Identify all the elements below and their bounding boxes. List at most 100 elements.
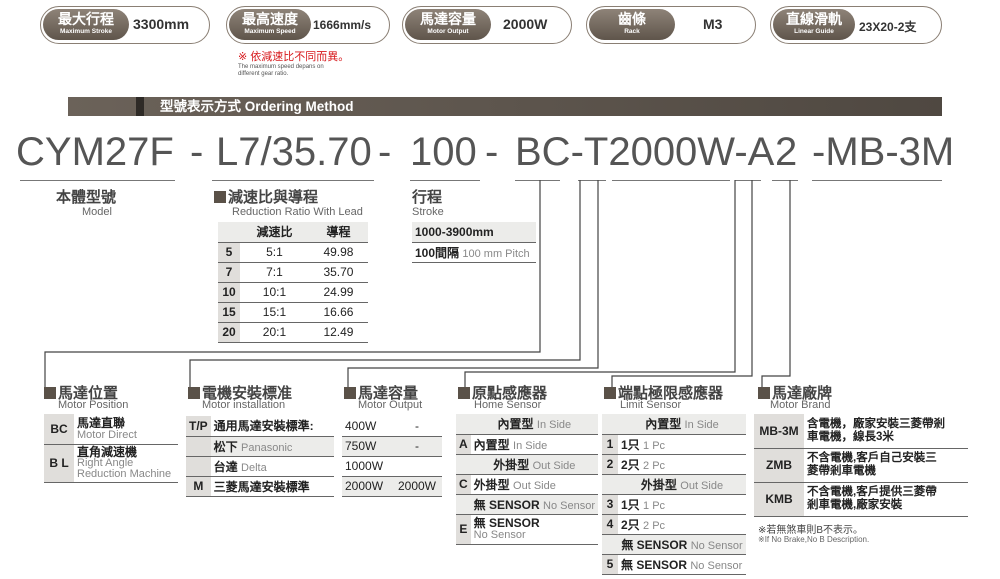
brand-desc-1: 不含電機,客戶自己安裝三 <box>807 452 937 464</box>
table-row: 減速比 導程 <box>218 222 368 243</box>
home-en: No Sensor <box>473 529 526 541</box>
output-a: 1000W <box>342 456 392 477</box>
table-row: T/P 通用馬達安裝標準: <box>186 416 334 437</box>
ratio-code: 15 <box>218 302 240 323</box>
output-a: 750W <box>342 436 392 457</box>
home-sensor-table: 內置型 In Side A 內置型 In Side 外掛型 Out Side C外… <box>456 414 599 545</box>
table-row: MB-3M 含電機，廠家安裝三菱帶剎 車電機，線長3米 <box>754 414 968 449</box>
brand-code: MB-3M <box>754 414 804 449</box>
table-row: BC 馬達直聯 Motor Direct <box>44 414 178 445</box>
table-row: KMB 不含電機,客戶提供三菱帶 剎車電機,廠家安裝 <box>754 482 968 517</box>
home-code: E <box>456 514 471 545</box>
motor-brand-table: MB-3M 含電機，廠家安裝三菱帶剎 車電機，線長3米 ZMB 不含電機,客戶自己… <box>754 414 968 517</box>
home-code: A <box>456 434 471 455</box>
table-row: 400W - <box>342 416 442 437</box>
none-head-zh: 無 SENSOR <box>473 497 540 512</box>
limit-code: 5 <box>602 554 618 575</box>
ratio-code: 20 <box>218 322 240 343</box>
table-row: 松下 Panasonic <box>186 436 334 457</box>
table-row: 台達 Delta <box>186 456 334 477</box>
square-bullet-icon <box>458 387 470 399</box>
brand-desc-1: 含電機，廠家安裝三菱帶剎 <box>807 417 945 430</box>
table-row: 1000W <box>342 456 442 477</box>
home-zh: 外掛型 <box>473 477 510 492</box>
home-en: Out Side <box>513 479 556 492</box>
square-bullet-icon <box>604 387 616 399</box>
limit-code: 4 <box>602 514 618 535</box>
table-row: 7 7:1 35.70 <box>218 262 368 283</box>
brake-note-en: ※If No Brake,No B Description. <box>758 535 870 544</box>
square-bullet-icon <box>44 387 56 399</box>
table-row: E無 SENSOR No Sensor <box>456 514 599 545</box>
motor-position-subtitle: Motor Position <box>58 399 129 411</box>
table-row: 外掛型 Out Side <box>456 454 599 475</box>
home-zh: 內置型 <box>473 437 510 452</box>
connector-motor-output <box>347 180 599 388</box>
output-b <box>392 456 442 477</box>
outside-head-zh: 外掛型 <box>493 457 530 472</box>
output-b: - <box>392 416 442 437</box>
panasonic-zh: 松下 <box>213 439 238 454</box>
position-en: Motor Direct <box>77 428 137 441</box>
connector-motor-brand <box>761 180 791 388</box>
lead-value: 16.66 <box>308 302 368 323</box>
table-row: 2000W 2000W <box>342 476 442 497</box>
lead-value: 12.49 <box>308 322 368 343</box>
position-code: BC <box>44 414 74 445</box>
square-bullet-icon <box>758 387 770 399</box>
ratio-value: 15:1 <box>240 302 309 323</box>
ratio-code: 7 <box>218 262 240 283</box>
outside-head-en: Out Side <box>532 459 576 472</box>
header-ratio: 減速比 <box>240 222 309 243</box>
reduction-title: 減速比與導程 <box>214 186 318 207</box>
square-bullet-icon <box>188 387 200 399</box>
stroke-pitch-zh: 100間隔 <box>415 245 460 260</box>
none-head-en: No Sensor <box>543 499 596 512</box>
limit-en: 2 Pc <box>643 519 666 532</box>
position-en-1: Right Angle <box>77 456 134 469</box>
table-row: 10 10:1 24.99 <box>218 282 368 303</box>
table-row: 外掛型 Out Side <box>602 474 746 495</box>
limit-code: 2 <box>602 454 618 475</box>
reduction-table: 減速比 導程 5 5:1 49.98 7 7:1 35.70 10 10:1 2… <box>218 222 368 343</box>
output-a: 400W <box>342 416 392 437</box>
brand-desc-2: 剎車電機,廠家安裝 <box>807 499 903 511</box>
ratio-value: 20:1 <box>240 322 309 343</box>
position-zh: 直角減速機 <box>77 444 138 459</box>
limit-sensor-table: 內置型 In Side 1 1只 1 Pc 2 2只 2 Pc 外掛型 Out Si… <box>602 414 746 575</box>
ratio-value: 7:1 <box>240 262 309 283</box>
brand-code: ZMB <box>754 448 804 483</box>
table-row: 無 SENSOR No Sensor <box>602 534 746 555</box>
brand-desc-2: 菱帶剎車電機 <box>807 465 876 477</box>
outside-head-zh: 外掛型 <box>640 477 677 492</box>
model-title: 本體型號 <box>56 189 117 206</box>
home-en: In Side <box>513 439 548 452</box>
output-b: 2000W <box>392 476 442 497</box>
motor-output-subtitle: Motor Output <box>358 399 423 411</box>
table-row: 無 SENSOR No Sensor <box>456 494 599 515</box>
position-en-2: Reduction Machine <box>77 467 172 480</box>
reduction-title-zh: 減速比與導程 <box>228 189 319 206</box>
motor-output-table: 400W - 750W - 1000W 2000W 2000W <box>342 416 442 497</box>
lead-value: 24.99 <box>308 282 368 303</box>
model-subtitle: Model <box>82 206 112 218</box>
brand-desc-2: 車電機，線長3米 <box>807 430 894 443</box>
lead-value: 35.70 <box>308 262 368 283</box>
limit-zh: 1只 <box>621 437 640 452</box>
limit-en: 1 Pc <box>643 499 666 512</box>
lead-value: 49.98 <box>308 242 368 263</box>
limit-zh: 無 SENSOR <box>621 557 688 572</box>
output-b: - <box>392 436 442 457</box>
motor-install-subtitle: Motor installation <box>202 399 286 411</box>
header-lead: 導程 <box>308 222 368 243</box>
table-row: 內置型 In Side <box>602 414 746 435</box>
home-sensor-subtitle: Home Sensor <box>474 399 542 411</box>
table-row: 2 2只 2 Pc <box>602 454 746 475</box>
table-row: 5無 SENSOR No Sensor <box>602 554 746 575</box>
table-row: 20 20:1 12.49 <box>218 322 368 343</box>
table-row: B L 直角減速機 Right Angle Reduction Machine <box>44 444 178 483</box>
limit-code: 1 <box>602 434 618 455</box>
square-bullet-icon <box>214 191 226 203</box>
ratio-value: 5:1 <box>240 242 309 263</box>
inside-head-en: In Side <box>536 419 572 432</box>
